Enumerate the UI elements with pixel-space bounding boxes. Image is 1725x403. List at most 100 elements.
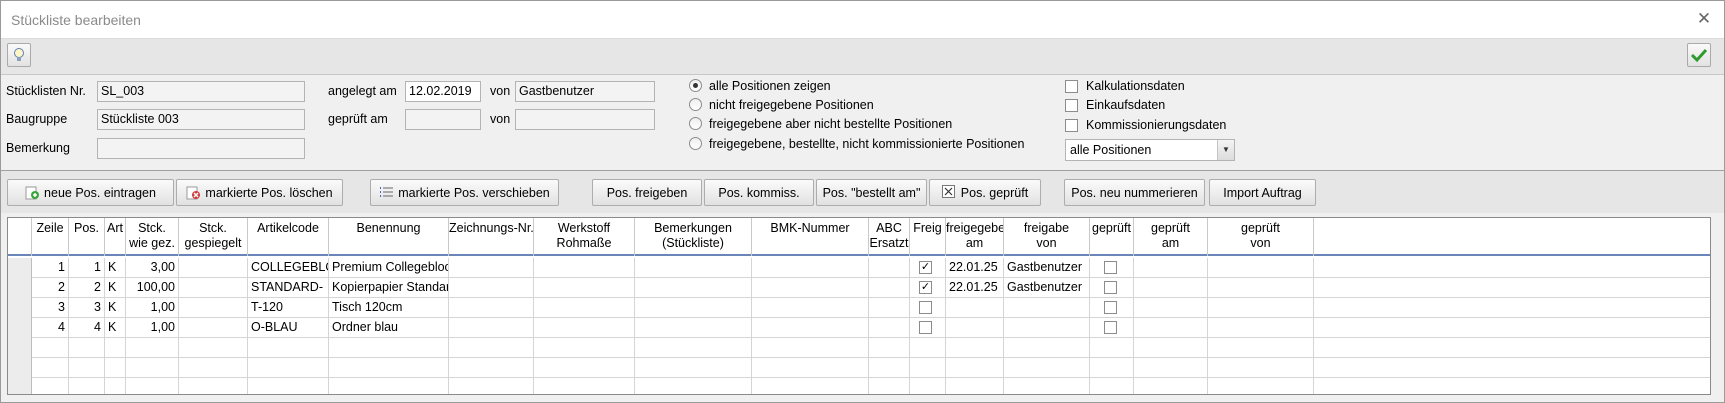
table-row[interactable] xyxy=(8,378,1710,394)
table-row[interactable]: 3 3 K 1,00 T-120 Tisch 120cm xyxy=(8,298,1710,318)
table-cell[interactable] xyxy=(752,318,869,338)
table-cell[interactable] xyxy=(910,358,946,378)
table-row[interactable]: 11K3,00COLLEGEBLOCKPremium Collegeblock✓… xyxy=(8,258,1710,278)
table-row[interactable] xyxy=(8,358,1710,378)
table-row[interactable]: 4 4 K 1,00 O-BLAU Ordner blau xyxy=(8,318,1710,338)
table-cell[interactable] xyxy=(69,358,105,378)
table-cell[interactable] xyxy=(946,358,1004,378)
table-cell[interactable] xyxy=(1004,358,1090,378)
table-cell[interactable] xyxy=(1208,278,1314,298)
table-cell[interactable] xyxy=(635,298,752,318)
table-cell[interactable] xyxy=(946,298,1004,318)
table-cell[interactable] xyxy=(1208,258,1314,278)
table-cell[interactable] xyxy=(946,318,1004,338)
radio-nicht-kommissioniert[interactable] xyxy=(689,137,702,150)
table-cell[interactable] xyxy=(1208,298,1314,318)
freig-checkbox[interactable] xyxy=(919,301,932,314)
table-cell[interactable] xyxy=(179,298,248,318)
column-header[interactable]: geprüft am xyxy=(1134,218,1208,256)
table-cell[interactable]: Tisch 120cm xyxy=(329,298,449,318)
geprueft-checkbox[interactable] xyxy=(1104,321,1117,334)
checkbox-kalkulationsdaten[interactable] xyxy=(1065,80,1078,93)
column-header[interactable]: freigegebe am xyxy=(946,218,1004,256)
table-cell[interactable]: K xyxy=(105,278,126,298)
table-cell[interactable] xyxy=(534,278,635,298)
table-cell[interactable]: 1,00 xyxy=(126,318,179,338)
table-cell[interactable] xyxy=(869,298,910,318)
table-cell[interactable]: COLLEGEBLOCK xyxy=(248,258,329,278)
table-cell[interactable] xyxy=(1208,378,1314,394)
table-cell[interactable] xyxy=(1090,298,1134,318)
confirm-button[interactable] xyxy=(1687,43,1711,67)
table-cell[interactable] xyxy=(910,378,946,394)
table-cell[interactable] xyxy=(910,318,946,338)
table-cell[interactable]: 1 xyxy=(32,258,69,278)
table-cell[interactable] xyxy=(946,338,1004,358)
row-selector[interactable] xyxy=(8,258,32,278)
table-cell[interactable]: 4 xyxy=(69,318,105,338)
table-cell[interactable] xyxy=(329,358,449,378)
table-cell[interactable]: STANDARD- xyxy=(248,278,329,298)
table-cell[interactable] xyxy=(126,378,179,394)
angelegt-date-field[interactable]: 12.02.2019 xyxy=(405,81,481,102)
table-cell[interactable] xyxy=(946,378,1004,394)
positionen-dropdown[interactable]: alle Positionen ▼ xyxy=(1065,139,1235,161)
radio-alle-positionen[interactable] xyxy=(689,79,702,92)
table-cell[interactable] xyxy=(105,358,126,378)
table-cell[interactable] xyxy=(910,338,946,358)
radio-nicht-freigegeben[interactable] xyxy=(689,98,702,111)
table-cell[interactable] xyxy=(179,338,248,358)
table-row[interactable] xyxy=(8,338,1710,358)
table-cell[interactable] xyxy=(635,358,752,378)
table-cell[interactable] xyxy=(1090,278,1134,298)
geprueft-checkbox[interactable] xyxy=(1104,281,1117,294)
row-selector[interactable] xyxy=(8,298,32,318)
loeschen-button[interactable]: markierte Pos. löschen xyxy=(176,179,343,206)
table-cell[interactable] xyxy=(449,258,534,278)
table-cell[interactable] xyxy=(449,278,534,298)
table-cell[interactable] xyxy=(534,338,635,358)
table-cell[interactable] xyxy=(869,278,910,298)
table-cell[interactable] xyxy=(69,338,105,358)
checkbox-einkaufsdaten[interactable] xyxy=(1065,99,1078,112)
table-cell[interactable] xyxy=(1208,358,1314,378)
table-cell[interactable] xyxy=(105,338,126,358)
table-cell[interactable] xyxy=(179,258,248,278)
table-cell[interactable] xyxy=(752,258,869,278)
table-cell[interactable] xyxy=(635,338,752,358)
table-cell[interactable]: Premium Collegeblock xyxy=(329,258,449,278)
table-cell[interactable]: ✓ xyxy=(910,278,946,298)
table-cell[interactable] xyxy=(752,278,869,298)
table-cell[interactable] xyxy=(635,278,752,298)
table-cell[interactable] xyxy=(32,338,69,358)
table-cell[interactable] xyxy=(248,338,329,358)
table-cell[interactable]: 4 xyxy=(32,318,69,338)
table-cell[interactable] xyxy=(1134,258,1208,278)
table-cell[interactable] xyxy=(635,318,752,338)
table-cell[interactable] xyxy=(1004,298,1090,318)
table-cell[interactable]: K xyxy=(105,298,126,318)
table-cell[interactable] xyxy=(248,358,329,378)
table-cell[interactable]: 2 xyxy=(69,278,105,298)
table-cell[interactable] xyxy=(1134,278,1208,298)
row-selector[interactable] xyxy=(8,278,32,298)
table-cell[interactable] xyxy=(179,278,248,298)
angelegt-von-field[interactable]: Gastbenutzer xyxy=(515,81,655,102)
bemerkung-field[interactable] xyxy=(97,138,305,159)
neue-pos-button[interactable]: neue Pos. eintragen xyxy=(7,179,174,206)
column-header[interactable]: freigabe von xyxy=(1004,218,1090,256)
table-cell[interactable] xyxy=(635,378,752,394)
table-cell[interactable]: O-BLAU xyxy=(248,318,329,338)
column-header[interactable]: Zeile xyxy=(32,218,69,256)
column-header[interactable]: Stck. gespiegelt xyxy=(179,218,248,256)
table-cell[interactable]: K xyxy=(105,258,126,278)
column-header[interactable]: Artikelcode xyxy=(248,218,329,256)
geprueft-date-field[interactable] xyxy=(405,109,481,130)
column-header[interactable]: Benennung xyxy=(329,218,449,256)
table-cell[interactable] xyxy=(1004,338,1090,358)
geprueft-checkbox[interactable] xyxy=(1104,261,1117,274)
table-cell[interactable] xyxy=(1134,378,1208,394)
nummerieren-button[interactable]: Pos. neu nummerieren xyxy=(1064,179,1205,206)
row-selector[interactable] xyxy=(8,378,32,394)
table-cell[interactable] xyxy=(32,358,69,378)
